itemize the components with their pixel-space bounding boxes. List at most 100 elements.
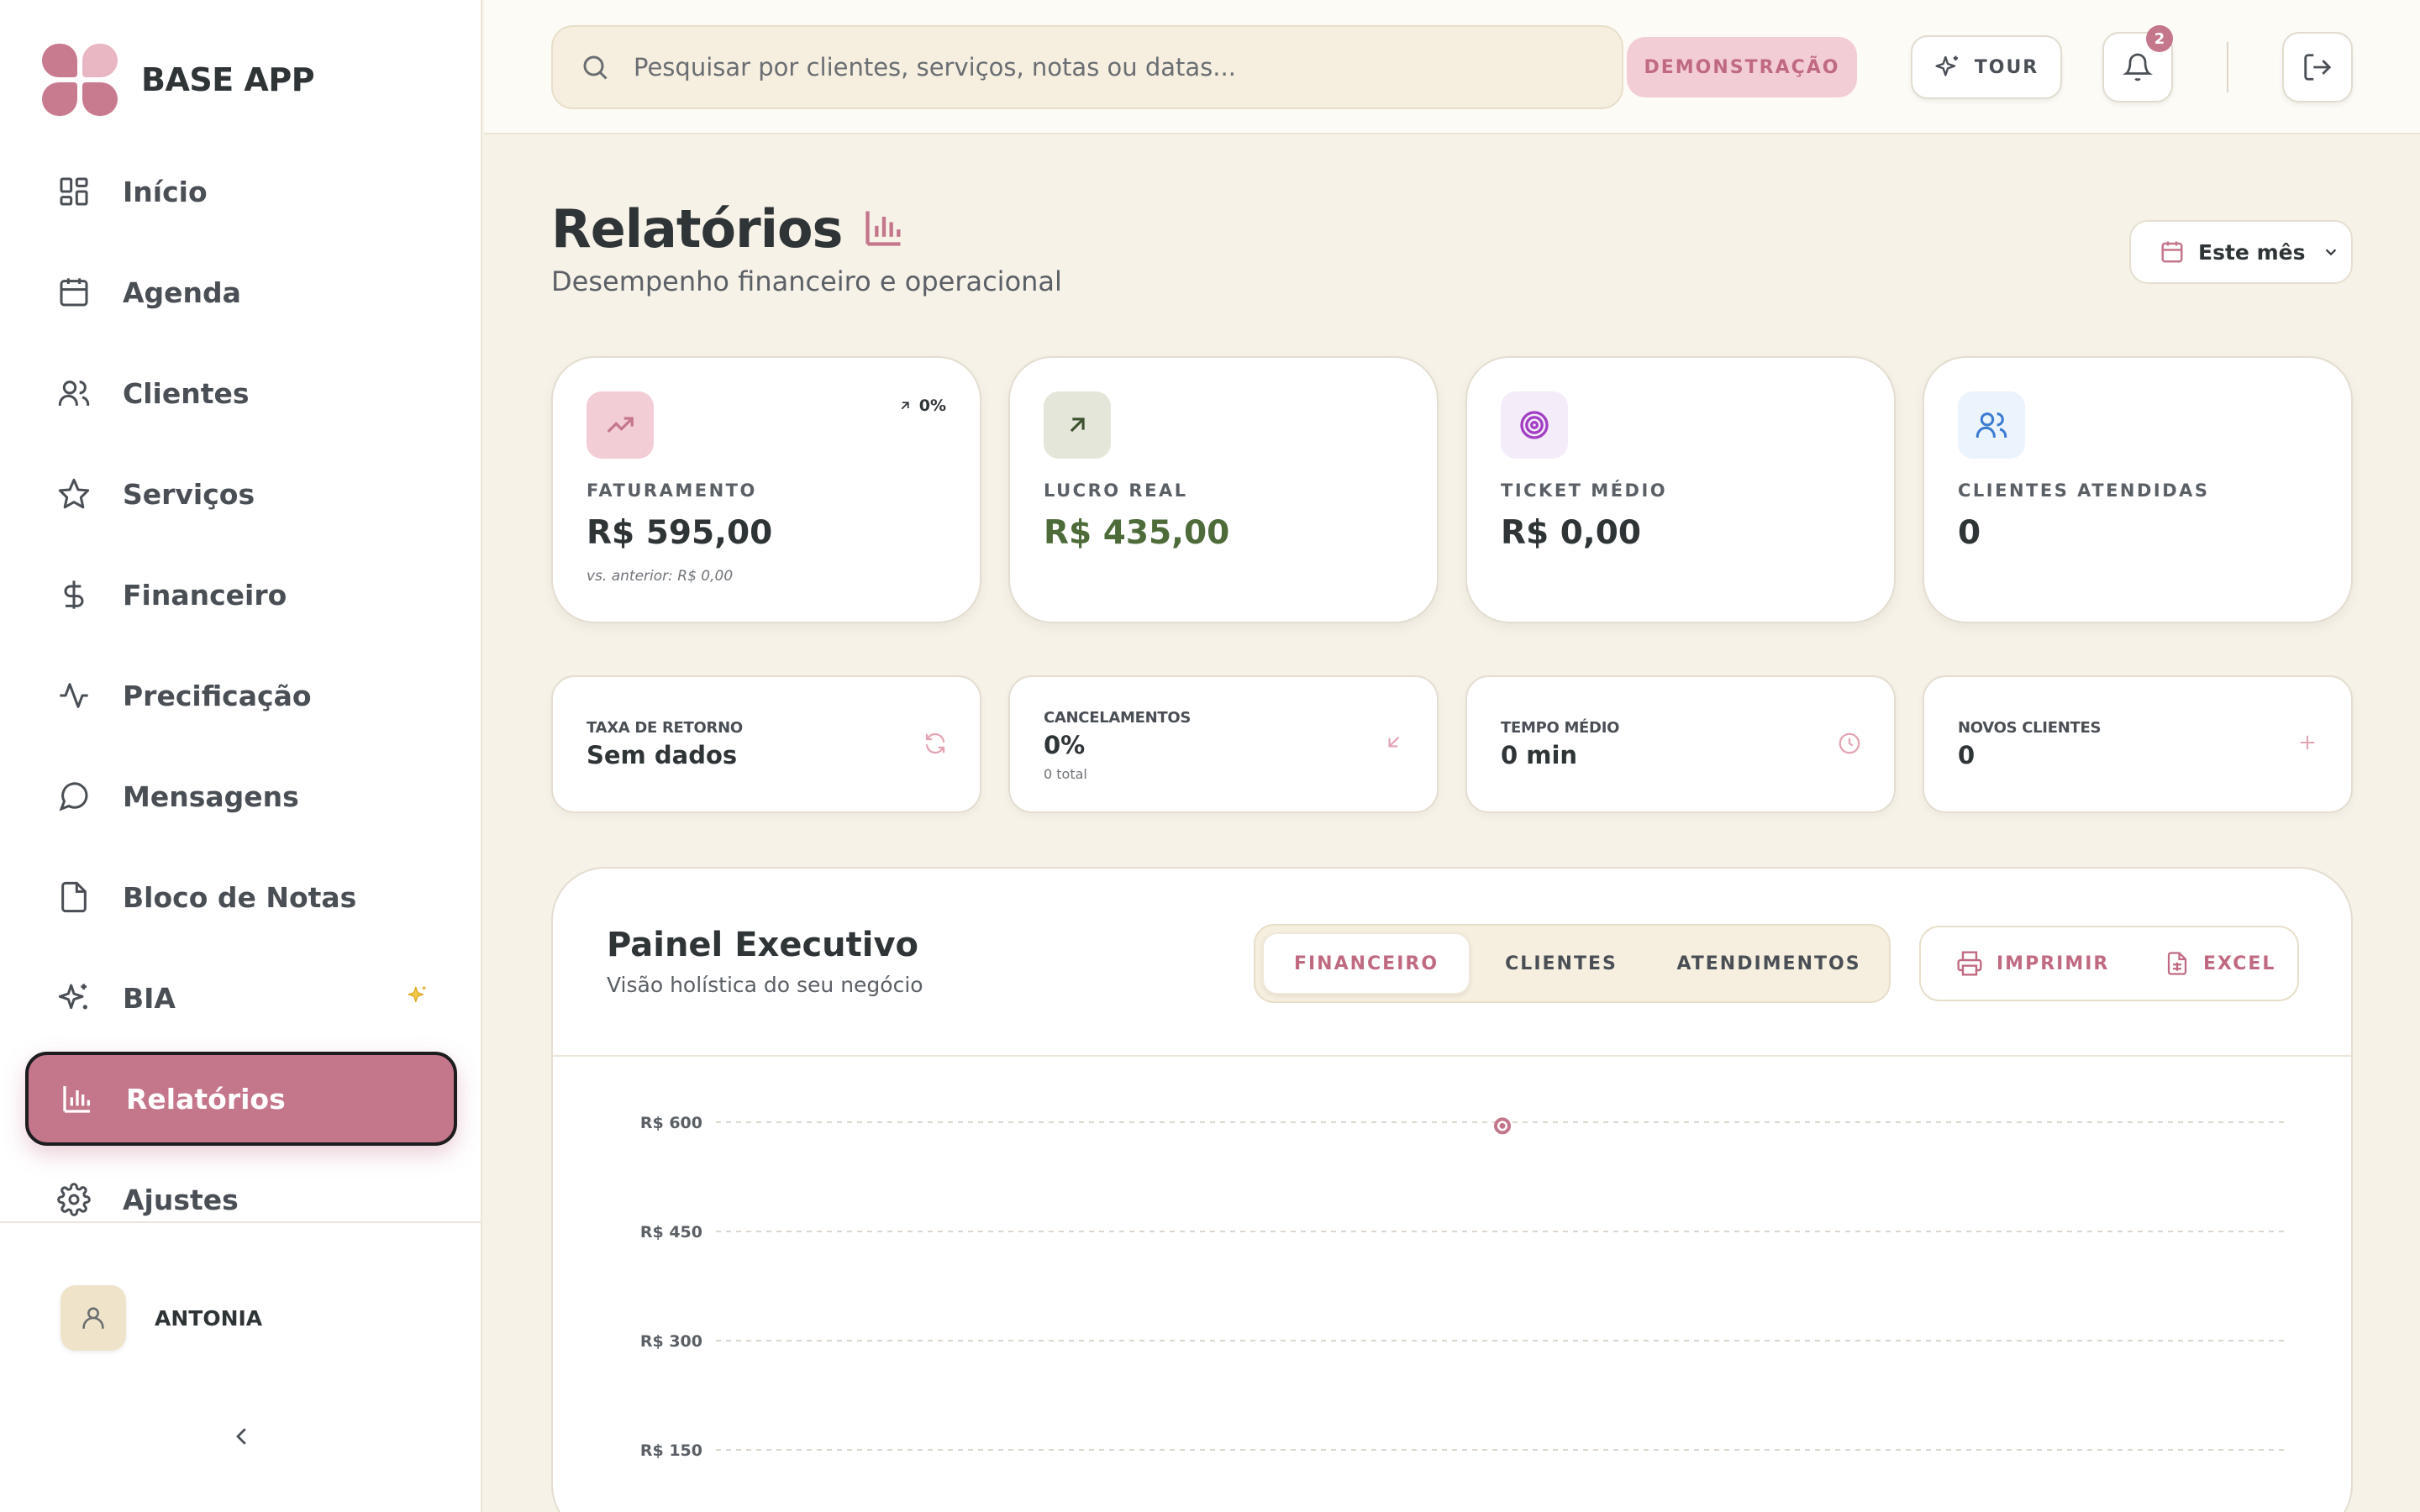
kpi-trend: 0%: [897, 396, 946, 415]
sidebar: BASE APP Início Agenda Clientes Serviços: [0, 0, 482, 1512]
kpi-value: R$ 0,00: [1501, 514, 1641, 552]
sidebar-nav: Início Agenda Clientes Serviços Financei…: [25, 144, 457, 1253]
period-select[interactable]: Este mês: [2129, 220, 2353, 284]
sidebar-item-label: BIA: [123, 981, 176, 1015]
y-tick-label: R$ 600: [640, 1114, 702, 1132]
stat-card-cancelamentos: CANCELAMENTOS 0% 0 total: [1008, 675, 1439, 813]
sidebar-item-ajustes[interactable]: Ajustes: [25, 1152, 457, 1247]
user-icon: [82, 1307, 104, 1329]
stat-subtext: 0 total: [1044, 766, 1087, 782]
new-feature-sparkle-icon: [407, 984, 429, 1010]
notification-count-badge: 2: [2146, 25, 2173, 52]
star-icon: [55, 475, 92, 512]
panel-tabs: FINANCEIRO CLIENTES ATENDIMENTOS: [1254, 924, 1891, 1003]
stat-value: 0%: [1044, 731, 1086, 759]
kpi-card-lucro-real: LUCRO REAL R$ 435,00: [1008, 356, 1439, 623]
topbar-divider: [2227, 42, 2228, 92]
sidebar-item-bia[interactable]: BIA: [25, 951, 457, 1045]
chevron-down-icon: [2326, 249, 2337, 256]
message-circle-icon: [55, 778, 92, 815]
kpi-label: CLIENTES ATENDIDAS: [1958, 480, 2210, 501]
page-title-text: Relatórios: [551, 198, 843, 260]
users-icon: [55, 375, 92, 412]
kpi-card-ticket-medio: TICKET MÉDIO R$ 0,00: [1465, 356, 1896, 623]
stat-label: TEMPO MÉDIO: [1501, 719, 1620, 737]
sidebar-item-label: Início: [123, 175, 208, 208]
tab-financeiro[interactable]: FINANCEIRO: [1262, 932, 1470, 995]
panel-subtitle: Visão holística do seu negócio: [607, 973, 923, 997]
clock-icon: [1837, 731, 1862, 759]
stat-card-tempo-medio: TEMPO MÉDIO 0 min: [1465, 675, 1896, 813]
tab-clientes[interactable]: CLIENTES: [1477, 932, 1645, 995]
printer-icon: [1957, 951, 1982, 976]
page-subtitle: Desempenho financeiro e operacional: [551, 265, 1062, 297]
kpi-label: TICKET MÉDIO: [1501, 480, 1668, 501]
stat-label: NOVOS CLIENTES: [1958, 719, 2102, 737]
kpi-card-faturamento: 0% FATURAMENTO R$ 595,00 vs. anterior: R…: [551, 356, 981, 623]
search-input[interactable]: Pesquisar por clientes, serviços, notas …: [551, 25, 1623, 109]
sidebar-item-label: Bloco de Notas: [123, 880, 357, 914]
arrow-down-left-icon: [1383, 731, 1405, 756]
sidebar-item-servicos[interactable]: Serviços: [25, 447, 457, 541]
search-icon: [583, 55, 608, 80]
bell-icon: [2123, 53, 2153, 81]
stat-label: CANCELAMENTOS: [1044, 709, 1192, 727]
kpi-card-clientes-atendidas: CLIENTES ATENDIDAS 0: [1923, 356, 2353, 623]
sidebar-item-precificacao[interactable]: Precificação: [25, 648, 457, 743]
search-placeholder: Pesquisar por clientes, serviços, notas …: [634, 53, 1236, 81]
chevron-left-icon: [236, 1428, 246, 1445]
dashboard-grid-icon: [55, 173, 92, 210]
sidebar-divider: [0, 1221, 482, 1223]
demo-badge[interactable]: DEMONSTRAÇÃO: [1627, 37, 1857, 97]
sidebar-item-label: Mensagens: [123, 780, 299, 813]
activity-icon: [55, 677, 92, 714]
file-icon: [55, 879, 92, 916]
panel-title: Painel Executivo: [607, 926, 919, 964]
stat-card-taxa-de-retorno: TAXA DE RETORNO Sem dados: [551, 675, 981, 813]
logout-button[interactable]: [2282, 32, 2353, 102]
bar-chart-icon: [862, 206, 906, 253]
refresh-icon: [923, 731, 948, 759]
sidebar-item-bloco-de-notas[interactable]: Bloco de Notas: [25, 850, 457, 944]
sidebar-item-label: Precificação: [123, 679, 312, 712]
sidebar-item-inicio[interactable]: Início: [25, 144, 457, 239]
kpi-comparison-note: vs. anterior: R$ 0,00: [587, 568, 734, 585]
trending-up-icon: [587, 391, 654, 459]
kpi-value: R$ 595,00: [587, 514, 773, 552]
notifications-button[interactable]: 2: [2102, 25, 2173, 102]
chart-data-point-center: [1499, 1122, 1506, 1129]
stat-value: 0 min: [1501, 741, 1578, 769]
period-value: Este mês: [2198, 239, 2306, 265]
print-label: IMPRIMIR: [1996, 953, 2110, 974]
y-tick-label: R$ 450: [640, 1223, 702, 1242]
user-profile[interactable]: ANTONIA: [60, 1285, 262, 1351]
spreadsheet-icon: [2167, 952, 2187, 975]
collapse-sidebar-button[interactable]: [222, 1416, 262, 1457]
excel-label: EXCEL: [2203, 953, 2276, 974]
y-tick-label: R$ 300: [640, 1332, 702, 1351]
sidebar-item-agenda[interactable]: Agenda: [25, 245, 457, 339]
print-button[interactable]: IMPRIMIR: [1956, 927, 2109, 1000]
sidebar-item-relatorios[interactable]: Relatórios: [25, 1052, 457, 1146]
user-name: ANTONIA: [155, 1305, 263, 1331]
brand[interactable]: BASE APP: [42, 44, 315, 116]
sidebar-item-clientes[interactable]: Clientes: [25, 346, 457, 440]
sidebar-item-label: Clientes: [123, 376, 250, 410]
bar-chart-icon: [59, 1080, 96, 1117]
excel-button[interactable]: EXCEL: [2165, 927, 2275, 1000]
calendar-icon: [2161, 241, 2183, 263]
executive-panel: Painel Executivo Visão holística do seu …: [551, 867, 2353, 1512]
tour-button[interactable]: TOUR: [1911, 35, 2062, 99]
sidebar-item-label: Relatórios: [126, 1082, 286, 1116]
avatar: [60, 1285, 126, 1351]
topbar: Pesquisar por clientes, serviços, notas …: [484, 0, 2420, 134]
gear-icon: [55, 1181, 92, 1218]
sidebar-item-mensagens[interactable]: Mensagens: [25, 749, 457, 843]
sidebar-item-financeiro[interactable]: Financeiro: [25, 548, 457, 642]
sidebar-item-label: Financeiro: [123, 578, 287, 612]
arrow-up-right-icon: [901, 402, 909, 410]
sidebar-item-label: Serviços: [123, 477, 255, 511]
tab-atendimentos[interactable]: ATENDIMENTOS: [1652, 932, 1886, 995]
sidebar-item-label: Agenda: [123, 276, 241, 309]
kpi-value: R$ 435,00: [1044, 514, 1230, 552]
